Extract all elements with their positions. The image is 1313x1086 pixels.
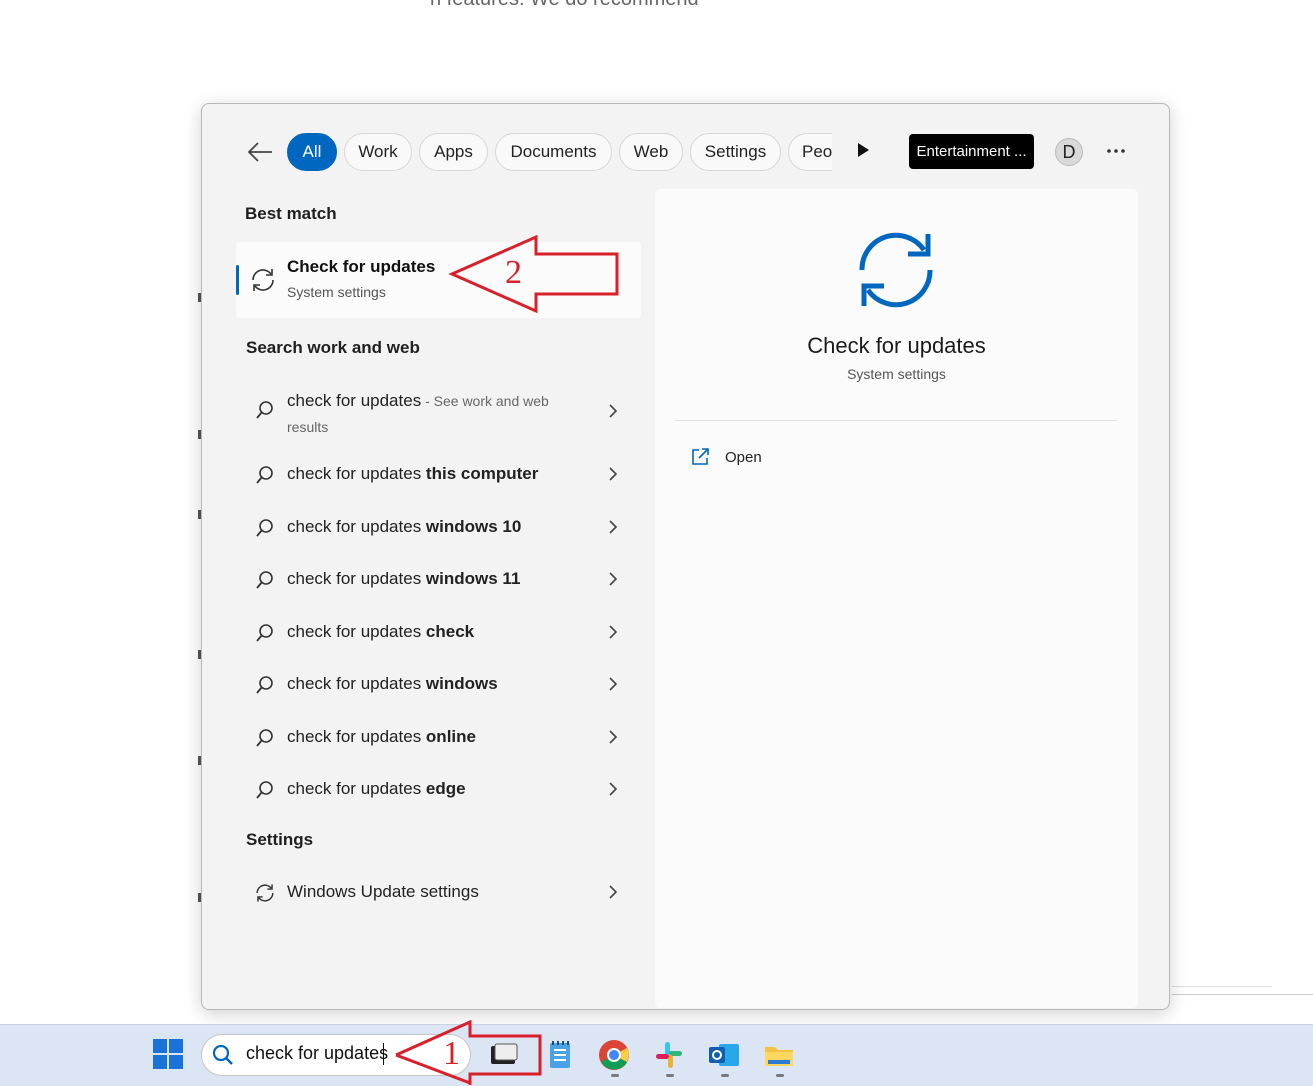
suggestion-bold: edge (425, 779, 466, 798)
annotation-number-2: 2 (505, 254, 522, 291)
suggestion-text: check for updates this computer (287, 464, 538, 484)
list-item[interactable]: check for updates - See work and web res… (236, 380, 641, 440)
sync-icon (859, 232, 933, 308)
list-item[interactable]: check for updates check (236, 610, 641, 654)
suggestion-base: check for updates (287, 622, 426, 641)
preview-subtitle: System settings (847, 366, 946, 382)
search-icon (256, 571, 273, 589)
suggestion-text: check for updates windows (287, 674, 498, 694)
more-options-icon[interactable] (1104, 141, 1128, 161)
open-label: Open (725, 449, 762, 466)
chevron-right-icon (609, 625, 618, 639)
search-web-heading: Search work and web (246, 338, 420, 357)
annotation-number-1: 1 (443, 1035, 460, 1072)
tab-work[interactable]: Work (344, 133, 412, 171)
settings-item-label: Windows Update settings (287, 882, 479, 901)
chevron-right-icon (609, 782, 618, 796)
running-indicator (611, 1074, 619, 1077)
suggestion-base: check for updates (287, 779, 426, 798)
tab-apps[interactable]: Apps (419, 133, 488, 171)
suggestion-text: check for updates windows 11 (287, 569, 520, 589)
suggestion-base: check for updates (287, 517, 426, 536)
list-item[interactable]: check for updates online (236, 715, 641, 759)
suggestion-text: check for updates edge (287, 779, 466, 799)
back-arrow-icon[interactable] (246, 140, 274, 164)
suggestion-bold: this computer (425, 464, 539, 483)
chevron-right-icon (609, 467, 618, 481)
sync-icon (252, 269, 274, 291)
chevron-right-icon (609, 885, 618, 899)
outlook-icon[interactable] (707, 1038, 741, 1072)
tab-settings[interactable]: Settings (690, 133, 781, 171)
best-match-item[interactable] (236, 242, 641, 318)
search-icon (256, 401, 273, 419)
slack-icon[interactable] (652, 1038, 686, 1072)
suggestion-bold: windows 11 (425, 569, 521, 588)
list-item-windows-update-settings[interactable]: Windows Update settings (236, 870, 641, 914)
task-view-icon[interactable] (487, 1038, 521, 1072)
best-match-title: Check for updates (287, 257, 436, 276)
search-icon (256, 466, 273, 484)
suggestion-base: check for updates (287, 569, 426, 588)
search-icon (212, 1044, 233, 1065)
suggestion-base: check for updates (287, 727, 426, 746)
tab-documents[interactable]: Documents (495, 133, 612, 171)
preview-title: Check for updates (807, 333, 986, 358)
avatar[interactable]: D (1055, 138, 1083, 166)
notepad-icon[interactable] (543, 1038, 577, 1072)
suggestion-base: check for updates (287, 674, 426, 693)
chevron-right-icon (609, 520, 618, 534)
list-item[interactable]: check for updates windows 10 (236, 505, 641, 549)
background-divider (1172, 986, 1272, 987)
background-text: n features. We do recommend (430, 0, 699, 11)
open-button[interactable]: Open (675, 440, 1117, 476)
list-item[interactable]: check for updates windows 11 (236, 557, 641, 601)
chevron-right-icon (609, 677, 618, 691)
suggestion-base: check for updates (287, 464, 426, 483)
chevron-right-icon (609, 404, 618, 418)
suggestion-text: check for updates online (287, 727, 476, 747)
suggestion-bold: windows 10 (425, 517, 522, 536)
windows-start-icon[interactable] (152, 1038, 184, 1070)
running-indicator (776, 1074, 784, 1077)
text-cursor (383, 1043, 384, 1065)
file-explorer-icon[interactable] (762, 1038, 796, 1072)
sync-icon (256, 884, 274, 902)
running-indicator (721, 1074, 729, 1077)
search-input[interactable]: check for updates (246, 1043, 388, 1064)
tab-people[interactable]: Peop (788, 133, 832, 171)
search-icon (256, 519, 273, 537)
chevron-right-icon (609, 730, 618, 744)
running-indicator (666, 1074, 674, 1077)
search-icon (256, 676, 273, 694)
suggestion-bold: online (425, 727, 476, 746)
search-icon (256, 624, 273, 642)
search-icon (256, 781, 273, 799)
best-match-heading: Best match (245, 204, 337, 223)
preview-divider (675, 420, 1117, 421)
list-item[interactable]: check for updates edge (236, 767, 641, 811)
open-external-icon (692, 448, 709, 465)
settings-heading: Settings (246, 830, 314, 849)
entertainment-button[interactable]: Entertainment ... (909, 134, 1034, 169)
selection-indicator (236, 265, 239, 295)
list-item[interactable]: check for updates this computer (236, 452, 641, 496)
suggestion-text: check for updates check (287, 622, 474, 642)
web-result-text: check for updates - See work and web res… (287, 388, 587, 440)
chrome-icon[interactable] (597, 1038, 631, 1072)
suggestion-bold: check (425, 622, 475, 641)
suggestion-text: check for updates windows 10 (287, 517, 521, 537)
query-text: check for updates (287, 391, 422, 410)
scroll-tabs-right-icon[interactable] (856, 142, 870, 158)
background-divider (1172, 994, 1313, 995)
suggestion-bold: windows (425, 674, 498, 693)
search-icon (256, 729, 273, 747)
chevron-right-icon (609, 572, 618, 586)
tab-web[interactable]: Web (619, 133, 683, 171)
tab-all[interactable]: All (287, 133, 337, 171)
best-match-subtitle: System settings (287, 284, 386, 300)
list-item[interactable]: check for updates windows (236, 662, 641, 706)
